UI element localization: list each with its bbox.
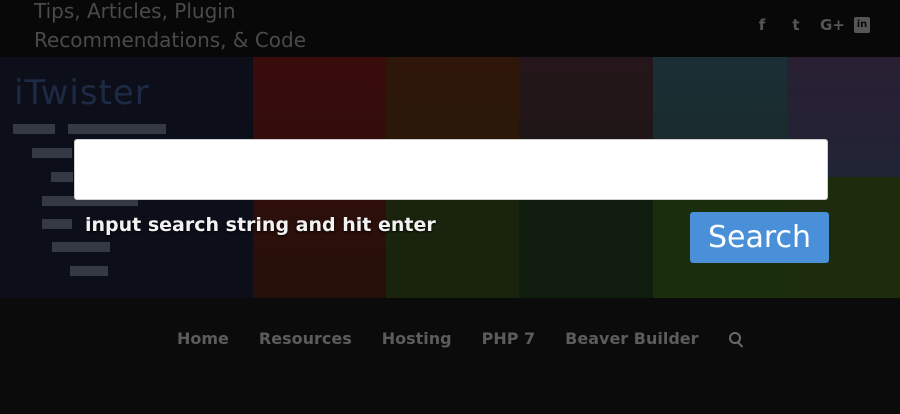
- site-tagline: Tips, Articles, Plugin Recommendations, …: [34, 0, 307, 52]
- social-links: f t G+ in: [752, 15, 870, 35]
- nav-item-hosting[interactable]: Hosting: [382, 329, 452, 348]
- code-line-graphic: [51, 172, 73, 182]
- top-bar: Tips, Articles, Plugin Recommendations, …: [0, 0, 900, 57]
- nav-item-php7[interactable]: PHP 7: [482, 329, 536, 348]
- search-input[interactable]: [74, 139, 828, 200]
- search-button[interactable]: Search: [690, 212, 829, 263]
- code-line-graphic: [13, 124, 55, 134]
- nav-item-beaver-builder[interactable]: Beaver Builder: [565, 329, 698, 348]
- main-nav: Home Resources Hosting PHP 7 Beaver Buil…: [0, 298, 900, 414]
- facebook-icon[interactable]: f: [752, 15, 772, 35]
- nav-item-home[interactable]: Home: [177, 329, 229, 348]
- nav-item-resources[interactable]: Resources: [259, 329, 352, 348]
- site-logo: iTwister: [14, 73, 150, 113]
- twitter-icon[interactable]: t: [786, 15, 806, 35]
- linkedin-icon[interactable]: in: [854, 17, 870, 33]
- code-line-graphic: [32, 148, 72, 158]
- code-line-graphic: [42, 219, 72, 229]
- search-icon[interactable]: [728, 331, 745, 348]
- google-plus-icon[interactable]: G+: [820, 15, 845, 35]
- code-line-graphic: [52, 242, 110, 252]
- code-line-graphic: [68, 124, 166, 134]
- search-hint: input search string and hit enter: [85, 214, 436, 236]
- code-line-graphic: [70, 266, 108, 276]
